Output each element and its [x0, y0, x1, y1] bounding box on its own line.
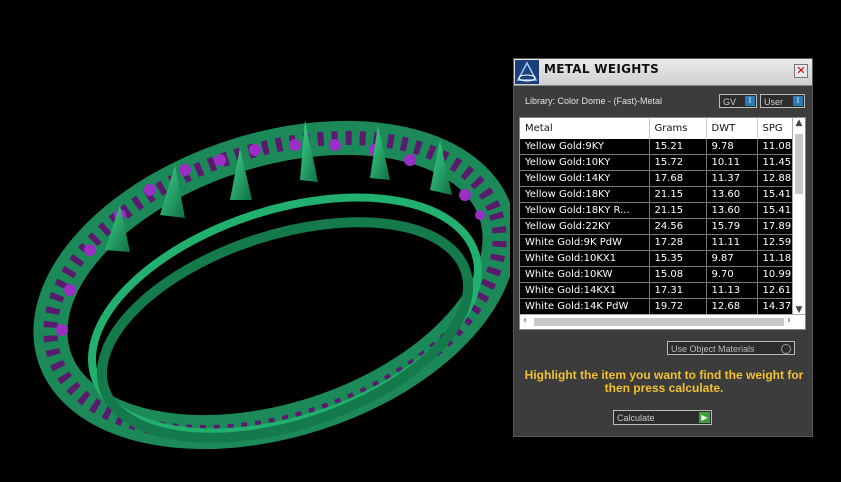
use-object-materials-toggle[interactable]: Use Object Materials	[667, 341, 795, 355]
table-header-row: Metal Grams DWT SPG	[520, 118, 801, 139]
cell-dwt: 15.79	[706, 218, 758, 235]
panel-title: METAL WEIGHTS	[544, 62, 660, 76]
cell-metal: White Gold:14K PdW	[520, 298, 650, 315]
user-selector-button[interactable]: I	[793, 96, 803, 106]
cell-dwt: 11.37	[706, 170, 758, 187]
table-row[interactable]: White Gold:10KX1 15.35 9.87 11.18	[520, 250, 801, 267]
3d-viewport[interactable]	[0, 0, 517, 478]
table-row[interactable]: White Gold:14KX1 17.31 11.13 12.61	[520, 282, 801, 299]
unit-selector-button[interactable]: I	[745, 96, 755, 106]
cell-dwt: 11.11	[706, 234, 758, 251]
user-selector-value: User	[764, 97, 784, 107]
cell-metal: Yellow Gold:14KY	[520, 170, 650, 187]
cell-grams: 17.28	[649, 234, 707, 251]
cell-grams: 17.68	[649, 170, 707, 187]
table-row[interactable]: Yellow Gold:14KY 17.68 11.37 12.88	[520, 170, 801, 187]
table-row[interactable]: Yellow Gold:18KY R... 21.15 13.60 15.41	[520, 202, 801, 219]
scroll-left-icon[interactable]: ‹	[523, 315, 527, 326]
table-row[interactable]: Yellow Gold:18KY 21.15 13.60 15.41	[520, 186, 801, 203]
use-object-materials-label: Use Object Materials	[671, 344, 755, 354]
cell-dwt: 9.87	[706, 250, 758, 267]
horizontal-scroll-thumb[interactable]	[534, 318, 784, 326]
cell-dwt: 12.68	[706, 298, 758, 315]
radio-icon[interactable]	[781, 344, 791, 354]
table-row[interactable]: White Gold:14K PdW 19.72 12.68 14.37	[520, 298, 801, 315]
cell-dwt: 9.70	[706, 266, 758, 283]
cell-dwt: 13.60	[706, 202, 758, 219]
column-header-dwt[interactable]: DWT	[706, 118, 758, 139]
column-header-grams[interactable]: Grams	[649, 118, 707, 139]
cell-metal: White Gold:9K PdW	[520, 234, 650, 251]
cell-metal: Yellow Gold:18KY	[520, 186, 650, 203]
table-row[interactable]: Yellow Gold:22KY 24.56 15.79 17.89	[520, 218, 801, 235]
cell-grams: 17.31	[649, 282, 707, 299]
library-label: Library: Color Dome - (Fast)-Metal	[525, 96, 663, 106]
user-selector[interactable]: User I	[760, 94, 805, 108]
cell-grams: 21.15	[649, 202, 707, 219]
cell-metal: White Gold:14KX1	[520, 282, 650, 299]
scroll-right-icon[interactable]: ›	[787, 315, 791, 326]
bangle-outer-band	[33, 120, 517, 450]
cell-dwt: 13.60	[706, 186, 758, 203]
cell-dwt: 10.11	[706, 154, 758, 171]
instructions-text: Highlight the item you want to find the …	[524, 368, 804, 395]
cell-dwt: 11.13	[706, 282, 758, 299]
table-row[interactable]: White Gold:10KW 15.08 9.70 10.99	[520, 266, 801, 283]
unit-selector[interactable]: GV I	[719, 94, 757, 108]
vertical-scroll-thumb[interactable]	[795, 134, 803, 194]
scroll-up-icon[interactable]: ▲	[793, 118, 805, 128]
close-button[interactable]: ✕	[794, 64, 808, 78]
cell-grams: 24.56	[649, 218, 707, 235]
cell-metal: Yellow Gold:18KY R...	[520, 202, 650, 219]
column-header-metal[interactable]: Metal	[520, 118, 650, 139]
metal-weights-panel: METAL WEIGHTS ✕ Library: Color Dome - (F…	[513, 58, 813, 437]
cell-metal: Yellow Gold:9KY	[520, 139, 650, 155]
cell-metal: White Gold:10KW	[520, 266, 650, 283]
calculate-label: Calculate	[617, 413, 655, 423]
cell-grams: 15.72	[649, 154, 707, 171]
calculate-field[interactable]: Calculate ▶	[613, 410, 712, 425]
cell-metal: White Gold:10KX1	[520, 250, 650, 267]
cell-metal: Yellow Gold:10KY	[520, 154, 650, 171]
cell-grams: 15.21	[649, 139, 707, 155]
unit-selector-value: GV	[723, 97, 737, 107]
cell-metal: Yellow Gold:22KY	[520, 218, 650, 235]
cell-grams: 15.35	[649, 250, 707, 267]
vertical-scrollbar[interactable]: ▲ ▼	[792, 118, 805, 315]
table-row[interactable]: Yellow Gold:9KY 15.21 9.78 11.08	[520, 139, 801, 155]
table-row[interactable]: Yellow Gold:10KY 15.72 10.11 11.45	[520, 154, 801, 171]
bangle-render	[33, 120, 517, 450]
metal-weights-table[interactable]: Metal Grams DWT SPG Yellow Gold:9KY 15.21…	[519, 117, 806, 330]
app-logo-icon	[515, 60, 539, 84]
cell-dwt: 9.78	[706, 139, 758, 155]
cell-grams: 21.15	[649, 186, 707, 203]
panel-titlebar[interactable]: METAL WEIGHTS ✕	[514, 59, 812, 86]
horizontal-scrollbar[interactable]: ‹ ›	[520, 314, 805, 329]
table-row[interactable]: White Gold:9K PdW 17.28 11.11 12.59	[520, 234, 801, 251]
cell-grams: 19.72	[649, 298, 707, 315]
calculate-button[interactable]: ▶	[699, 412, 710, 423]
cell-grams: 15.08	[649, 266, 707, 283]
